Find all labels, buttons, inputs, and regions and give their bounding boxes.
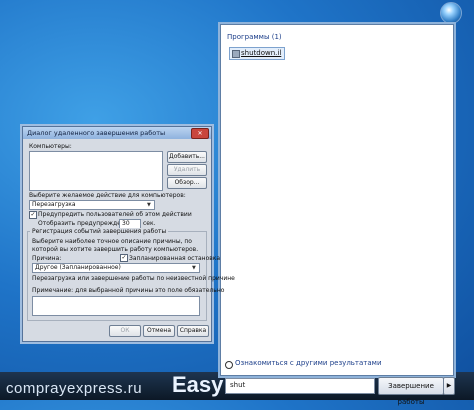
event-group-label: Регистрация событий завершения работы — [30, 228, 169, 235]
more-results-link[interactable]: Ознакомиться с другими результатами — [235, 359, 382, 367]
reason-info-text: Перезагрузка или завершение работы по не… — [32, 275, 235, 282]
chevron-down-icon: ▼ — [192, 265, 196, 271]
watermark-logo-text: Easy — [172, 372, 224, 397]
event-tracker-group: Регистрация событий завершения работы Вы… — [27, 228, 235, 321]
note-textarea[interactable] — [32, 296, 200, 316]
add-button[interactable]: Добавить... — [167, 151, 207, 163]
remove-button[interactable]: Удалить — [167, 164, 207, 176]
ok-button[interactable]: ОК — [109, 325, 141, 337]
reason-description: Выберите наиболее точное описание причин… — [32, 238, 199, 253]
remote-shutdown-dialog: Диалог удаленного завершения работы ✕ Ко… — [22, 126, 235, 342]
computers-list[interactable] — [29, 151, 163, 191]
shutdown-button[interactable]: Завершение работы — [378, 377, 444, 406]
help-button[interactable]: Справка — [177, 325, 209, 337]
program-result-item[interactable]: shutdown.il — [229, 47, 285, 60]
warn-users-label: Предупредить пользователей об этом дейст… — [38, 211, 192, 218]
reason-label: Причина: — [32, 255, 62, 262]
action-select[interactable]: Перезагрузка ▼ — [29, 200, 155, 210]
planned-checkbox[interactable]: ✓ — [120, 254, 128, 262]
start-menu-panel: Программы (1) shutdown.il Ознакомиться с… — [220, 24, 454, 376]
shutdown-options-arrow-icon[interactable]: ▶ — [443, 377, 455, 395]
start-orb-icon[interactable] — [440, 2, 462, 24]
watermark-text: comprayexpress.ru — [6, 380, 143, 397]
browse-button[interactable]: Обзор... — [167, 177, 207, 189]
reason-value: Другое (Запланированное) — [35, 264, 121, 271]
planned-label: Запланированная остановка — [129, 255, 221, 262]
search-icon — [225, 361, 233, 369]
warn-users-checkbox[interactable]: ✓ — [29, 211, 37, 219]
dialog-titlebar[interactable]: Диалог удаленного завершения работы ✕ — [23, 127, 211, 139]
program-icon — [232, 50, 240, 58]
reason-select[interactable]: Другое (Запланированное) ▼ — [32, 263, 200, 273]
seconds-label: сек. — [143, 220, 156, 227]
search-value: shut — [230, 381, 246, 389]
action-value: Перезагрузка — [32, 201, 76, 208]
action-label: Выберите желаемое действие для компьютер… — [29, 192, 186, 199]
chevron-down-icon: ▼ — [147, 202, 151, 208]
program-result-label: shutdown.il — [241, 49, 282, 57]
start-search-input[interactable]: shut — [225, 378, 375, 394]
dialog-title: Диалог удаленного завершения работы — [27, 129, 166, 137]
warning-seconds-value: 30 — [122, 220, 130, 227]
note-label: Примечание: для выбранной причины это по… — [32, 287, 225, 294]
close-icon[interactable]: ✕ — [191, 128, 209, 139]
computers-label: Компьютеры: — [29, 143, 72, 150]
programs-header: Программы (1) — [227, 33, 282, 41]
cancel-button[interactable]: Отмена — [143, 325, 175, 337]
